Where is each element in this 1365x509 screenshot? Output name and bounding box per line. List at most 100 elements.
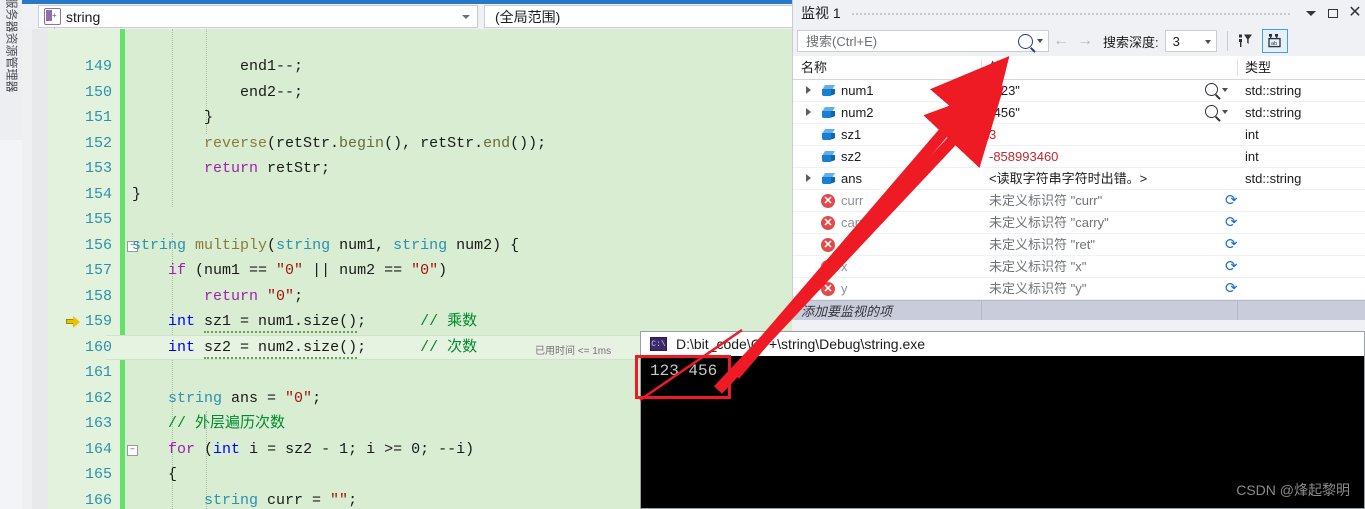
magnifier-icon	[1205, 105, 1218, 118]
table-row[interactable]: ✕ carry 未定义标识符 "carry" ⟳	[793, 212, 1365, 234]
maximize-icon	[1328, 8, 1338, 18]
code-line[interactable]: 152 reverse(retStr.begin(), retStr.end()…	[22, 131, 792, 157]
code-line[interactable]: 157 if (num1 == "0" || num2 == "0")	[22, 258, 792, 284]
server-explorer-tab[interactable]: 服务器资源管理器	[0, 0, 22, 141]
error-icon: ✕	[821, 216, 835, 230]
watch-window-bottom-band	[792, 320, 1365, 330]
cpp-file-icon	[44, 8, 61, 38]
table-row[interactable]: sz1 3 int	[793, 124, 1365, 146]
watch-window: 监视 1 ✕ ← → 搜索深度: 3	[792, 0, 1365, 323]
watch-maximize-button[interactable]	[1322, 2, 1344, 24]
watch-toolbar: ← → 搜索深度: 3	[793, 26, 1365, 56]
refresh-icon[interactable]: ⟳	[1225, 281, 1239, 296]
table-row[interactable]: ✕ ret 未定义标识符 "ret" ⟳	[793, 234, 1365, 256]
refresh-icon[interactable]: ⟳	[1225, 215, 1239, 230]
file-selector-dropdown[interactable]: string	[38, 5, 478, 38]
watch-grid[interactable]: 名称 值 类型 num1 "123" std::string num2 "456…	[793, 56, 1365, 323]
search-icon	[1018, 33, 1033, 49]
column-header-type[interactable]: 类型	[1245, 56, 1271, 79]
code-line[interactable]: 155	[22, 207, 792, 233]
watch-value[interactable]: 未定义标识符 "carry"	[989, 212, 1109, 233]
left-rail-filler	[0, 140, 22, 509]
search-input[interactable]	[804, 30, 1018, 52]
search-next-button[interactable]: →	[1073, 32, 1097, 50]
code-line[interactable]: 153 return retStr;	[22, 156, 792, 182]
expand-arrow-icon[interactable]	[806, 86, 811, 94]
magnifier-icon	[1205, 83, 1218, 96]
watch-title-label: 监视 1	[801, 5, 841, 21]
close-icon: ✕	[1348, 4, 1362, 21]
chevron-down-icon[interactable]	[462, 15, 470, 19]
scope-selector-label: (全局范围)	[495, 8, 561, 25]
column-header-value[interactable]: 值	[989, 56, 1002, 79]
watch-close-button[interactable]: ✕	[1344, 2, 1365, 24]
table-row[interactable]: ✕ x 未定义标识符 "x" ⟳	[793, 256, 1365, 278]
watch-name: ans	[841, 171, 862, 186]
error-icon: ✕	[821, 282, 835, 296]
watermark-label: CSDN @烽起黎明	[1236, 482, 1350, 498]
hex-display-icon[interactable]: ab	[1261, 29, 1288, 53]
line-number: 158	[84, 287, 112, 305]
console-window[interactable]: C:\ D:\bit_code\C++\string\Debug\string.…	[640, 331, 1365, 509]
pin-filter-icon[interactable]	[1232, 29, 1258, 53]
watch-value[interactable]: "123"	[989, 80, 1020, 101]
watch-value[interactable]: 3	[989, 124, 996, 145]
watch-name: num1	[841, 83, 874, 98]
watch-name: num2	[841, 105, 874, 120]
line-number: 154	[84, 185, 112, 203]
line-number: 166	[84, 491, 112, 509]
watch-value[interactable]: "456"	[989, 102, 1020, 123]
code-line[interactable]: 149 end1--;	[22, 54, 792, 80]
table-row[interactable]: ✕ curr 未定义标识符 "curr" ⟳	[793, 190, 1365, 212]
table-row[interactable]: sz2 -858993460 int	[793, 146, 1365, 168]
table-row[interactable]: ans <读取字符串字符时出错。> std::string	[793, 168, 1365, 190]
watch-value[interactable]: 未定义标识符 "ret"	[989, 234, 1095, 255]
table-row[interactable]: num1 "123" std::string	[793, 80, 1365, 102]
line-number: 160	[84, 338, 112, 356]
code-line[interactable]: 151 }	[22, 105, 792, 131]
chevron-down-icon	[1204, 40, 1211, 44]
annotation-highlight-box	[635, 355, 731, 399]
scope-selector-dropdown[interactable]: (全局范围)	[484, 5, 808, 28]
expand-arrow-icon[interactable]	[806, 108, 811, 116]
watch-type: int	[1245, 149, 1259, 164]
line-number: 151	[84, 109, 112, 126]
watch-value[interactable]: 未定义标识符 "x"	[989, 256, 1086, 277]
console-output-area[interactable]: 123 456 CSDN @烽起黎明	[641, 356, 1364, 508]
variable-box-icon	[822, 107, 835, 118]
console-titlebar: C:\ D:\bit_code\C++\string\Debug\string.…	[641, 332, 1364, 356]
titlebar-drag-handle[interactable]	[850, 11, 1290, 15]
value-visualizer-button[interactable]	[1205, 105, 1233, 118]
column-header-name[interactable]: 名称	[801, 56, 827, 79]
watch-name: x	[841, 259, 848, 274]
watch-menu-button[interactable]	[1300, 2, 1322, 24]
variable-box-icon	[822, 85, 835, 96]
table-row[interactable]: ✕ y 未定义标识符 "y" ⟳	[793, 278, 1365, 300]
refresh-icon[interactable]: ⟳	[1225, 237, 1239, 252]
variable-box-icon	[822, 151, 835, 162]
watch-type: std::string	[1245, 105, 1302, 120]
watch-value[interactable]: <读取字符串字符时出错。>	[989, 168, 1147, 189]
code-line[interactable]: – 156 string multiply(string num1, strin…	[22, 233, 792, 259]
line-number: 153	[84, 160, 112, 177]
search-depth-dropdown[interactable]: 3	[1164, 30, 1217, 52]
refresh-icon[interactable]: ⟳	[1225, 259, 1239, 274]
value-visualizer-button[interactable]	[1205, 83, 1233, 96]
code-line[interactable]: 154 }	[22, 182, 792, 208]
code-line[interactable]: 158 return "0";	[22, 284, 792, 310]
chevron-down-icon[interactable]	[1037, 39, 1043, 43]
pin-filter-glyph	[1238, 34, 1252, 47]
search-prev-button[interactable]: ←	[1049, 32, 1073, 50]
watch-value[interactable]: -858993460	[989, 146, 1058, 167]
error-icon: ✕	[821, 238, 835, 252]
expand-arrow-icon[interactable]	[806, 174, 811, 182]
watch-value[interactable]: 未定义标识符 "y"	[989, 278, 1086, 299]
code-line[interactable]: 150 end2--;	[22, 80, 792, 106]
console-app-icon: C:\	[650, 337, 667, 351]
line-number: 162	[84, 389, 112, 407]
table-row[interactable]: num2 "456" std::string	[793, 102, 1365, 124]
refresh-icon[interactable]: ⟳	[1225, 193, 1239, 208]
watch-search-box[interactable]	[797, 30, 1049, 52]
watch-name: sz2	[841, 149, 862, 164]
watch-value[interactable]: 未定义标识符 "curr"	[989, 190, 1102, 211]
